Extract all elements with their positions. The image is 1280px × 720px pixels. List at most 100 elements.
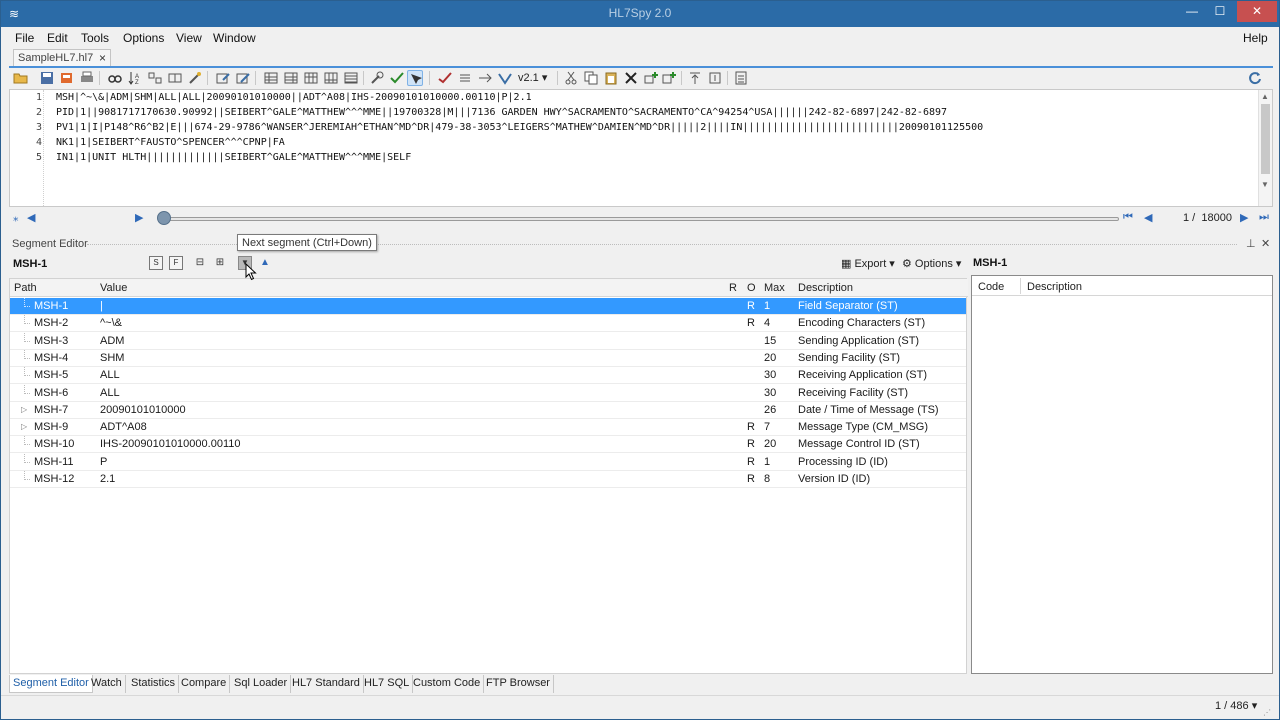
clipboard-icon[interactable]: [733, 70, 749, 86]
code-line-pid[interactable]: PID|1||9081717170630.90992||SEIBERT^GALE…: [56, 107, 947, 118]
column-value[interactable]: Value: [100, 282, 127, 294]
message-editor[interactable]: 1 2 3 4 5 MSH|^~\&|ADM|SHM|ALL|ALL|20090…: [9, 89, 1273, 207]
refresh-icon[interactable]: [1247, 70, 1263, 86]
version-check-icon[interactable]: [497, 70, 513, 86]
tab-hl7-standard[interactable]: HL7 Standard: [289, 675, 364, 693]
nav-prev-icon[interactable]: ◀: [27, 211, 35, 224]
tab-ftp-browser[interactable]: FTP Browser: [483, 675, 554, 693]
insert-segment-icon[interactable]: [643, 70, 659, 86]
tab-watch[interactable]: Watch: [88, 675, 126, 693]
table-row[interactable]: ▷ MSH-9 ADT^A08 R 7 Message Type (CM_MSG): [10, 419, 966, 437]
nav-last-icon[interactable]: ⏭: [1259, 211, 1269, 224]
options-button[interactable]: ⚙ Options ▾: [902, 257, 961, 270]
column-r[interactable]: R: [729, 282, 737, 294]
edit-segment-icon[interactable]: [235, 70, 251, 86]
validate-icon[interactable]: [389, 70, 405, 86]
maximize-button[interactable]: ☐: [1206, 1, 1234, 22]
field-value[interactable]: ALL: [100, 387, 120, 399]
print-icon[interactable]: [79, 70, 95, 86]
panel-close-icon[interactable]: ✕: [1261, 237, 1270, 250]
cut-icon[interactable]: [563, 70, 579, 86]
field-value[interactable]: |: [100, 300, 103, 312]
field-value[interactable]: SHM: [100, 352, 124, 364]
field-value[interactable]: ^~\&: [100, 317, 122, 329]
grid-icon-4[interactable]: [323, 70, 339, 86]
close-tab-icon[interactable]: ×: [99, 51, 106, 65]
message-slider-track[interactable]: [169, 217, 1119, 221]
field-value[interactable]: 20090101010000: [100, 404, 186, 416]
nav-forward-icon[interactable]: ▶: [1240, 211, 1248, 224]
code-line-nk1[interactable]: NK1|1|SEIBERT^FAUSTO^SPENCER^^^CPNP|FA: [56, 137, 285, 148]
table-row[interactable]: MSH-12 2.1 R 8 Version ID (ID): [10, 471, 966, 488]
nav-expand-icon[interactable]: ⁎: [13, 211, 19, 224]
grid-icon-5[interactable]: [343, 70, 359, 86]
field-value[interactable]: ADT^A08: [100, 421, 147, 433]
nav-next-icon[interactable]: ▶: [135, 211, 143, 224]
menu-edit[interactable]: Edit: [47, 31, 68, 45]
column-max[interactable]: Max: [764, 282, 785, 294]
grid-icon-1[interactable]: [263, 70, 279, 86]
table-row[interactable]: MSH-10 IHS-20090101010000.00110 R 20 Message…: [10, 436, 966, 454]
menu-view[interactable]: View: [176, 31, 202, 45]
save-icon[interactable]: [39, 70, 55, 86]
column-path[interactable]: Path: [14, 282, 37, 294]
grid-icon-3[interactable]: [303, 70, 319, 86]
menu-tools[interactable]: Tools: [81, 31, 109, 45]
table-row[interactable]: MSH-3 ADM 15 Sending Application (ST): [10, 332, 966, 350]
filter-icon[interactable]: [147, 70, 163, 86]
field-value[interactable]: ALL: [100, 369, 120, 381]
status-position[interactable]: 1 / 486 ▾: [1215, 699, 1257, 712]
table-row[interactable]: MSH-1 | R 1 Field Separator (ST): [10, 298, 966, 315]
table-row[interactable]: MSH-11 P R 1 Processing ID (ID): [10, 453, 966, 471]
column-description[interactable]: Description: [798, 282, 853, 294]
message-slider-thumb[interactable]: [157, 211, 171, 225]
table-row[interactable]: ▷ MSH-7 20090101010000 26 Date / Time of Mes…: [10, 402, 966, 419]
refresh-list-icon[interactable]: [457, 70, 473, 86]
field-value[interactable]: 2.1: [100, 473, 115, 485]
tab-statistics[interactable]: Statistics: [128, 675, 180, 693]
wand-icon[interactable]: [187, 70, 203, 86]
code-line-msh[interactable]: MSH|^~\&|ADM|SHM|ALL|ALL|20090101010000|…: [56, 92, 532, 103]
tools-icon[interactable]: [369, 70, 385, 86]
previous-segment-icon[interactable]: ▲: [258, 256, 272, 270]
field-value[interactable]: ADM: [100, 335, 124, 347]
save-as-icon[interactable]: [59, 70, 75, 86]
highlight-icon[interactable]: [407, 70, 423, 86]
append-segment-icon[interactable]: [661, 70, 677, 86]
edit-icon[interactable]: [215, 70, 231, 86]
segment-s-icon[interactable]: S: [149, 256, 163, 270]
code-line-in1[interactable]: IN1|1|UNIT HLTH|||||||||||||SEIBERT^GALE…: [56, 152, 411, 163]
table-row[interactable]: MSH-6 ALL 30 Receiving Facility (ST): [10, 384, 966, 402]
column-code-description[interactable]: Description: [1027, 281, 1082, 293]
tab-segment-editor[interactable]: Segment Editor: [9, 675, 93, 693]
column-code[interactable]: Code: [978, 281, 1004, 293]
copy-icon[interactable]: [583, 70, 599, 86]
tab-compare[interactable]: Compare: [178, 675, 231, 693]
scroll-thumb[interactable]: [1261, 104, 1270, 174]
segment-f-icon[interactable]: F: [169, 256, 183, 270]
editor-scrollbar[interactable]: ▲ ▼: [1258, 90, 1272, 206]
sort-icon[interactable]: AZ: [127, 70, 143, 86]
menu-help[interactable]: Help: [1243, 31, 1268, 45]
field-value[interactable]: P: [100, 456, 107, 468]
column-o[interactable]: O: [747, 282, 756, 294]
paste-icon[interactable]: [603, 70, 619, 86]
expand-row-icon[interactable]: ▷: [21, 405, 27, 414]
tab-sql-loader[interactable]: Sql Loader: [231, 675, 292, 693]
tab-custom-code[interactable]: Custom Code: [410, 675, 485, 693]
collapse-icon[interactable]: ⊟: [193, 256, 207, 270]
menu-file[interactable]: File: [15, 31, 34, 45]
menu-window[interactable]: Window: [213, 31, 256, 45]
version-dropdown[interactable]: v2.1 ▾: [518, 71, 547, 84]
grid-icon-2[interactable]: [283, 70, 299, 86]
code-line-pv1[interactable]: PV1|1|I|P148^R6^B2|E|||674-29-9786^WANSE…: [56, 122, 983, 133]
table-row[interactable]: MSH-4 SHM 20 Sending Facility (ST): [10, 349, 966, 367]
compare-icon[interactable]: [167, 70, 183, 86]
nav-back-icon[interactable]: ◀: [1144, 211, 1152, 224]
nav-first-icon[interactable]: ⏮: [1123, 211, 1133, 224]
scroll-up-icon[interactable]: ▲: [1261, 92, 1269, 101]
field-value[interactable]: IHS-20090101010000.00110: [100, 438, 240, 450]
export-button[interactable]: ▦ Export ▾: [841, 257, 895, 270]
move-up-icon[interactable]: [687, 70, 703, 86]
tab-hl7-sql[interactable]: HL7 SQL: [361, 675, 414, 693]
